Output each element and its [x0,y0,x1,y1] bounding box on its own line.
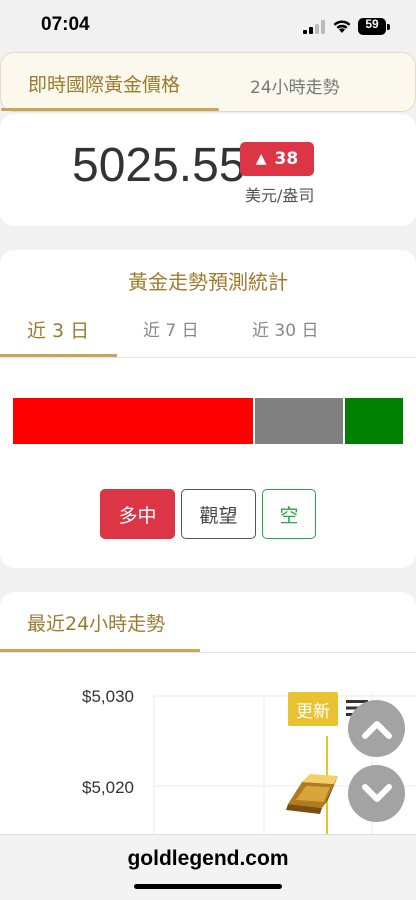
tab-realtime-price[interactable]: 即時國際黃金價格 [28,70,180,97]
tab-period-3d[interactable]: 近 3 日 [27,316,89,343]
y-tick-label: $5,030 [82,687,134,706]
scroll-down-button[interactable] [348,765,405,822]
bear-button[interactable]: 空 [262,489,316,539]
update-button[interactable]: 更新 [288,692,338,726]
distribution-segment-2 [342,398,403,444]
cellular-signal-icon [303,20,325,34]
status-bar: 07:04 59 [0,0,416,52]
watch-button[interactable]: 觀望 [181,489,256,539]
trend-chart: $5,030 $5,020 [82,687,416,854]
battery-level: 59 [365,17,379,31]
tab-period-7d[interactable]: 近 7 日 [143,316,199,341]
gold-price-value: 5025.55 [72,139,246,192]
trend-title: 最近24小時走勢 [27,613,166,635]
tab-period-30d[interactable]: 近 30 日 [252,316,318,341]
bull-button[interactable]: 多中 [100,489,175,539]
battery-icon: 59 [358,17,386,35]
url-text[interactable]: goldlegend.com [0,847,416,871]
browser-address-bar[interactable]: goldlegend.com [0,834,416,900]
tab-24h-trend[interactable]: 24小時走勢 [250,73,340,98]
wifi-icon [333,20,351,33]
forecast-card: 黃金走勢預測統計 近 3 日 近 7 日 近 30 日 多中 觀望 空 [0,250,416,568]
price-card: 5025.55 [0,114,416,226]
forecast-title: 黃金走勢預測統計 [128,270,288,294]
up-arrow-icon: ▲ [255,151,267,167]
scroll-up-button[interactable] [348,700,405,757]
price-change-value: 38 [274,149,299,169]
status-time: 07:04 [41,14,90,35]
chevron-up-icon [361,720,392,739]
y-tick-label: $5,020 [82,778,134,797]
distribution-segment-1 [252,398,343,444]
price-unit: 美元/盎司 [245,186,315,205]
period-divider [0,357,416,358]
price-change-badge: ▲ 38 [240,142,314,176]
distribution-segment-0 [13,398,253,444]
trend-divider [0,652,416,653]
gold-bar-icon [286,774,338,814]
chevron-down-icon [361,783,392,802]
home-indicator[interactable] [134,884,282,889]
price-tabs: 即時國際黃金價格 24小時走勢 [0,52,416,112]
tab-active-underline [1,108,219,111]
battery-cap [387,24,390,30]
sentiment-distribution-bar [13,398,403,444]
